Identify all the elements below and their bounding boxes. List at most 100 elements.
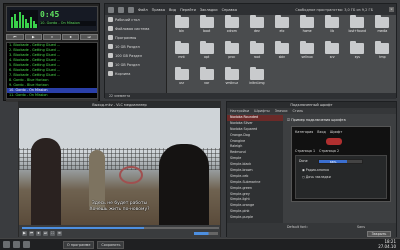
sidebar-item[interactable]: Файловая система [105,24,166,33]
close-button[interactable]: Закрыть [367,231,391,237]
visualizer-bar [32,20,35,28]
sidebar-item[interactable]: Рабочий стол [105,15,166,24]
default-font-value[interactable]: Sans [357,225,365,229]
folder-item[interactable]: srv [320,41,345,67]
folder-label: bin [179,29,185,33]
folder-icon [350,41,365,54]
folder-label: dev [253,29,260,33]
folder-item[interactable]: lost+found [345,15,370,41]
folder-item[interactable]: mnt [169,41,194,67]
video-control-button[interactable]: ⏹ [36,231,41,236]
folder-item[interactable]: home [295,15,320,41]
playlist-item[interactable]: 11. Gordo - On Mission [7,93,97,98]
folder-icon [199,15,214,28]
player-controls: ⏮ ▶ ⏸ ⏹ ⏭ [6,34,98,40]
folder-item[interactable]: vmlinuz [219,67,244,93]
scene-person-right [159,144,209,225]
folder-item[interactable]: initrd.img [244,67,269,93]
folder-label: tmp [379,55,386,59]
folder-item[interactable]: boot [194,15,219,41]
preview-panel: Done 66% ◉ Радио-кнопка ○ Дочь закладки [295,155,387,199]
video-control-button[interactable]: ▶ [22,231,27,236]
folder-icon [224,15,239,28]
folder-item[interactable]: bin [169,15,194,41]
folder-item[interactable]: etc [269,15,294,41]
folder-item[interactable]: root [244,41,269,67]
dialog-tab[interactable]: Шрифты [254,108,270,114]
preview-area: ☑ Пример подключения шрифта Категория Вхо… [285,115,395,223]
theme-list[interactable]: Nodoka Rounded Nodoka Silver Nodoka Square… [227,115,283,223]
player-button[interactable]: ▶ [24,34,43,40]
folder-item[interactable]: var [194,67,219,93]
folder-icon [350,15,365,28]
forward-icon[interactable] [118,6,124,13]
playlist[interactable]: 1. Blockade - Getting Glued ... 2. Blocka… [6,42,98,99]
desktop: 0:45 10. Gordo - On Mission ⏮ ▶ ⏸ ⏹ ⏭ 1. Blo… [0,0,400,250]
place-icon [108,53,113,58]
folder-label: cdrom [226,29,237,33]
folder-item[interactable]: opt [194,41,219,67]
folder-item[interactable]: sys [345,41,370,67]
folder-item[interactable]: proc [219,41,244,67]
folder-item[interactable]: cdrom [219,15,244,41]
preview-progress-fill: 66% [319,160,348,164]
visualizer-bar [27,22,30,28]
subtitle-line-2: Хочешь жить по-новому? [89,206,150,212]
back-icon[interactable] [108,6,114,13]
visualizer-bar [29,17,32,28]
folder-item[interactable]: media [370,15,395,41]
folder-icon [274,15,289,28]
preview-checkbox[interactable]: ☑ Пример подключения шрифта [287,118,346,122]
player-button[interactable]: ⏸ [43,34,61,40]
theme-list-item[interactable]: Simple-purple [227,215,283,221]
taskbar: О программе Сохранить 18:21 27.04.10 [0,238,400,250]
menu-item[interactable]: Вид [169,8,176,12]
video-frame[interactable]: Здесь не будет работы Хочешь жить по-нов… [19,108,220,225]
sidebar-item[interactable]: Корзина [105,69,166,78]
seek-progress [22,227,145,229]
close-icon[interactable]: × [389,7,394,12]
video-control-button[interactable]: ⏭ [43,231,48,236]
folder-item[interactable]: tmp [370,41,395,67]
file-manager-toolbar: Файл Правка Вид Перейти Закладки Справка Своб… [105,4,396,15]
sidebar-item[interactable]: 100 GB Раздел [105,51,166,60]
video-control-button[interactable]: ⛶ [50,231,55,236]
terminal-icon[interactable] [13,241,20,248]
menu-item[interactable]: Закладки [200,8,218,12]
taskbar-button[interactable]: Сохранить [97,240,125,249]
player-button[interactable]: ⏮ [6,34,24,40]
menu-item[interactable]: Перейти [180,8,196,12]
player-button[interactable]: ⏭ [80,34,98,40]
sidebar-item[interactable]: Программы [105,33,166,42]
folder-label: media [377,29,388,33]
dialog-tab[interactable]: Стиль [292,108,303,114]
player-button[interactable]: ⏹ [61,34,80,40]
file-grid: bin boot cdrom dev etc home lib lost+found media… [169,15,395,93]
preview-progress: 66% [318,159,363,164]
video-control-button[interactable]: ⏮ [29,231,34,236]
menu-item[interactable]: Правка [152,8,165,12]
menu-item[interactable]: Справка [222,8,237,12]
browser-icon[interactable] [23,241,30,248]
folder-item[interactable]: usr [169,67,194,93]
file-manager-window: Файл Правка Вид Перейти Закладки Справка Своб… [104,3,397,99]
taskbar-button[interactable]: О программе [63,240,95,249]
menu-item[interactable]: Файл [138,8,148,12]
sidebar-item[interactable]: 10 GB Раздел [105,42,166,51]
folder-item[interactable]: sbin [269,41,294,67]
folder-item[interactable]: selinux [295,41,320,67]
dialog-tab[interactable]: Настройки [230,108,249,114]
place-icon [108,17,113,22]
video-control-button[interactable]: ≡ [57,231,62,236]
up-icon[interactable] [128,6,134,13]
folder-label: etc [279,29,285,33]
sidebar-item[interactable]: 10 GB Раздел [105,60,166,69]
place-icon [108,44,113,49]
menu-icon[interactable] [3,241,10,248]
seek-bar[interactable] [22,227,219,229]
folder-item[interactable]: dev [244,15,269,41]
folder-label: selinux [301,55,313,59]
volume-slider[interactable] [194,232,218,235]
dialog-tab[interactable]: Значки [275,108,288,114]
folder-item[interactable]: lib [320,15,345,41]
